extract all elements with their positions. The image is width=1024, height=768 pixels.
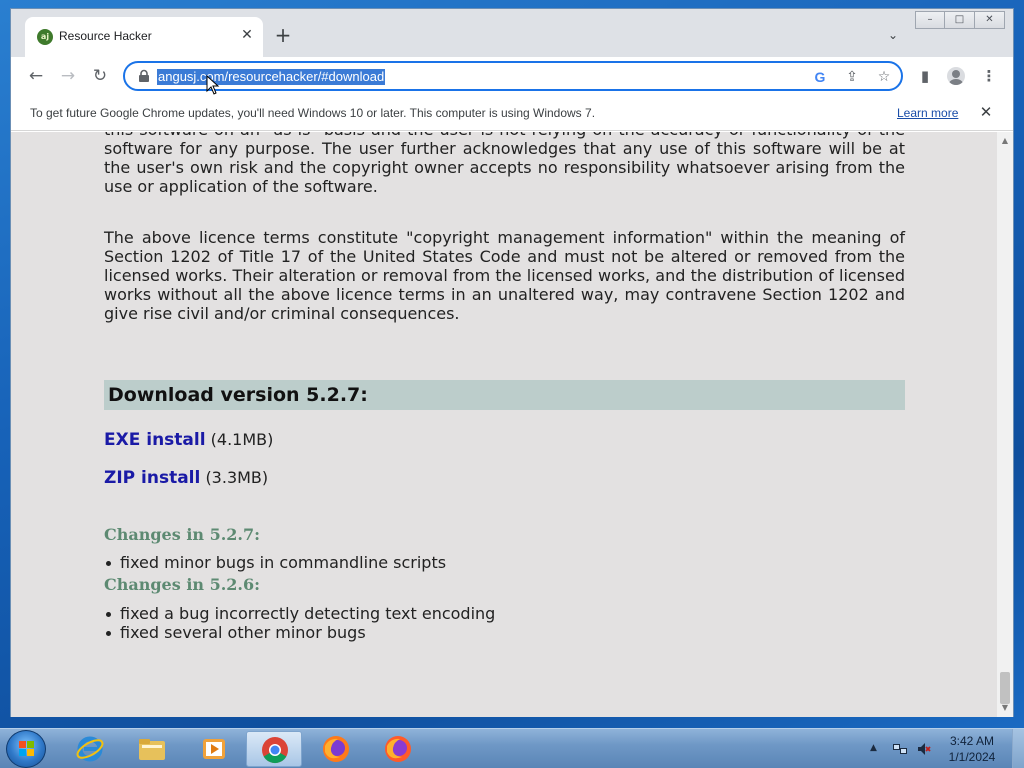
zip-download-line: ZIP install (3.3MB) xyxy=(104,468,268,488)
zip-install-link[interactable]: ZIP install xyxy=(104,468,200,488)
start-button[interactable] xyxy=(6,730,46,768)
scroll-down-arrow-icon[interactable]: ▼ xyxy=(997,701,1013,715)
site-favicon-icon: aj xyxy=(37,29,53,45)
windows-taskbar: ▲ 3:42 AM 1/1/2024 xyxy=(0,728,1024,768)
changes-list-526: fixed a bug incorrectly detecting text e… xyxy=(104,604,495,642)
firefox-icon xyxy=(323,736,349,762)
close-window-button[interactable]: ✕ xyxy=(975,11,1005,29)
infobar-message: To get future Google Chrome updates, you… xyxy=(30,106,596,120)
taskbar-firefox-2[interactable] xyxy=(370,731,426,767)
chrome-window: aj Resource Hacker ✕ + ⌄ – □ ✕ ← → ↻ ang… xyxy=(10,8,1014,717)
maximize-button[interactable]: □ xyxy=(945,11,975,29)
zip-size: (3.3MB) xyxy=(205,468,269,487)
clock-time: 3:42 AM xyxy=(949,734,995,748)
licence-paragraph-2: The above licence terms constitute "copy… xyxy=(104,228,905,323)
changes-list-527: fixed minor bugs in commandline scripts xyxy=(104,553,446,572)
forward-arrow-icon[interactable]: → xyxy=(57,65,79,87)
tab-title: Resource Hacker xyxy=(59,29,152,43)
profile-avatar-icon[interactable] xyxy=(947,67,965,85)
new-tab-button[interactable]: + xyxy=(273,25,293,45)
bookmark-star-icon[interactable]: ☆ xyxy=(875,68,893,86)
system-clock[interactable]: 3:42 AM 1/1/2024 xyxy=(940,733,1004,765)
vertical-scrollbar[interactable]: ▲ ▼ xyxy=(997,132,1013,717)
list-item: fixed a bug incorrectly detecting text e… xyxy=(104,604,495,623)
licence-paragraph-1: this software on an "as is" basis and th… xyxy=(104,132,905,196)
media-player-icon xyxy=(203,739,225,759)
minimize-button[interactable]: – xyxy=(915,11,945,29)
mouse-cursor-icon xyxy=(206,75,220,95)
back-arrow-icon[interactable]: ← xyxy=(25,65,47,87)
scroll-up-arrow-icon[interactable]: ▲ xyxy=(997,134,1013,148)
update-infobar: To get future Google Chrome updates, you… xyxy=(11,95,1013,131)
windows-logo-icon xyxy=(19,741,35,757)
reload-icon[interactable]: ↻ xyxy=(89,65,111,87)
download-version-heading: Download version 5.2.7: xyxy=(104,380,905,410)
window-controls: – □ ✕ xyxy=(915,11,1005,29)
taskbar-chrome[interactable] xyxy=(246,731,302,767)
page-viewport: this software on an "as is" basis and th… xyxy=(11,132,997,717)
firefox-icon xyxy=(385,736,411,762)
scroll-thumb[interactable] xyxy=(1000,672,1010,704)
google-lens-icon[interactable]: G xyxy=(811,68,829,86)
list-item: fixed several other minor bugs xyxy=(104,623,495,642)
taskbar-media-player[interactable] xyxy=(186,731,242,767)
list-item: fixed minor bugs in commandline scripts xyxy=(104,553,446,572)
taskbar-firefox-1[interactable] xyxy=(308,731,364,767)
show-hidden-icons-arrow-icon[interactable]: ▲ xyxy=(870,743,877,753)
exe-download-line: EXE install (4.1MB) xyxy=(104,430,273,450)
folder-icon xyxy=(139,739,165,760)
address-bar[interactable]: angusj.com/resourcehacker/#download G ⇪ … xyxy=(123,61,903,91)
side-panel-icon[interactable]: ▮ xyxy=(915,66,935,86)
clock-date: 1/1/2024 xyxy=(948,750,996,764)
network-icon[interactable] xyxy=(892,741,908,757)
share-icon[interactable]: ⇪ xyxy=(843,68,861,86)
taskbar-internet-explorer[interactable] xyxy=(62,731,118,767)
lock-icon[interactable] xyxy=(137,69,151,83)
infobar-close-icon[interactable]: ✕ xyxy=(977,103,995,121)
menu-kebab-icon[interactable]: ⋮ xyxy=(979,66,999,86)
tab-strip: aj Resource Hacker ✕ + ⌄ – □ ✕ xyxy=(11,9,1013,57)
exe-size: (4.1MB) xyxy=(210,430,274,449)
tab-close-icon[interactable]: ✕ xyxy=(239,27,255,43)
learn-more-link[interactable]: Learn more xyxy=(897,106,958,120)
internet-explorer-icon xyxy=(76,736,104,762)
browser-toolbar: ← → ↻ angusj.com/resourcehacker/#downloa… xyxy=(11,57,1013,95)
changes-heading-526: Changes in 5.2.6: xyxy=(104,575,261,594)
url-text[interactable]: angusj.com/resourcehacker/#download xyxy=(157,69,386,85)
show-desktop-button[interactable] xyxy=(1012,729,1024,768)
changes-heading-527: Changes in 5.2.7: xyxy=(104,525,261,544)
tab-search-chevron-icon[interactable]: ⌄ xyxy=(885,27,901,43)
tab-resource-hacker[interactable]: aj Resource Hacker ✕ xyxy=(25,17,263,57)
chrome-icon xyxy=(262,737,288,764)
exe-install-link[interactable]: EXE install xyxy=(104,430,206,450)
taskbar-file-explorer[interactable] xyxy=(124,731,180,767)
volume-muted-icon[interactable] xyxy=(916,741,932,757)
